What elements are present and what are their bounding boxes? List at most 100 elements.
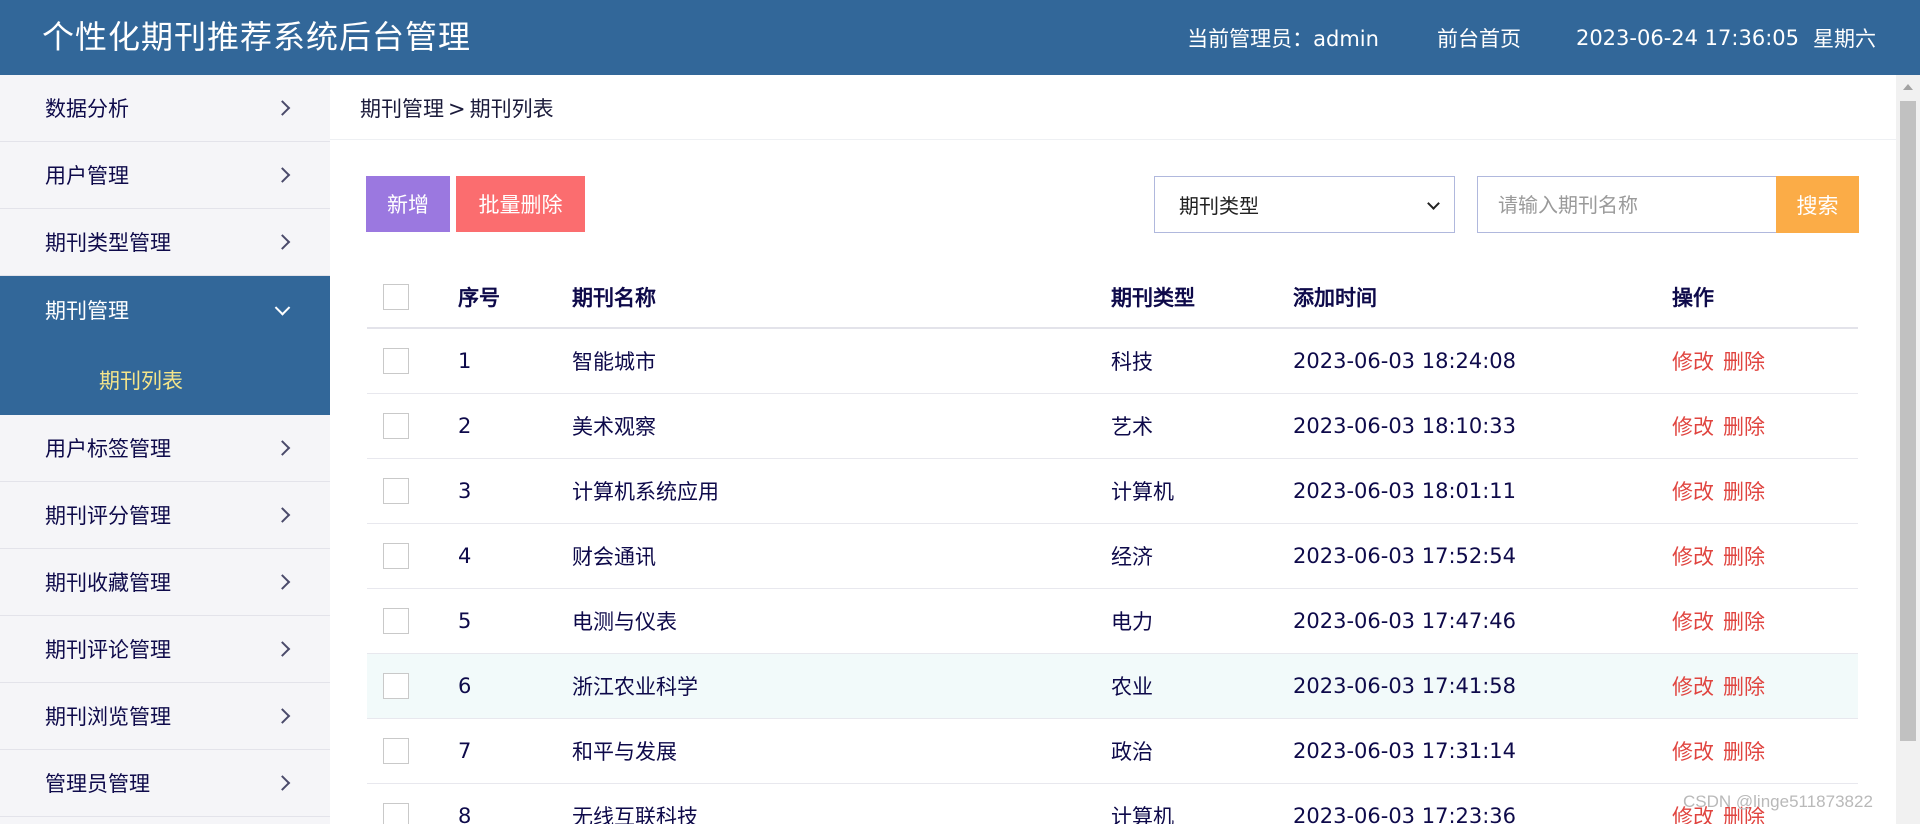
journal-name: 和平与发展 [572,740,677,764]
row-checkbox[interactable] [383,608,409,634]
added-time: 2023-06-03 18:01:11 [1293,479,1517,503]
edit-link[interactable]: 修改 [1672,736,1714,766]
journal-name-search-input[interactable] [1477,176,1777,233]
row-checkbox[interactable] [383,478,409,504]
edit-link[interactable]: 修改 [1672,346,1714,376]
row-actions: 修改 删除 [1672,329,1765,393]
row-checkbox-cell [383,654,409,718]
table-row: 4 财会通讯 经济 2023-06-03 17:52:54 修改 删除 [367,524,1858,589]
table-row: 5 电测与仪表 电力 2023-06-03 17:47:46 修改 删除 [367,589,1858,654]
sidebar-item-journal-browse-management[interactable]: 期刊浏览管理 [0,683,330,750]
chevron-down-icon [1427,197,1440,210]
row-checkbox[interactable] [383,348,409,374]
sidebar-item-label: 期刊评分管理 [45,504,171,528]
sidebar-item-label: 用户标签管理 [45,437,171,461]
column-header-no: 序号 [458,285,500,310]
delete-link[interactable]: 删除 [1723,671,1765,701]
scroll-up-arrow-icon[interactable] [1903,84,1913,90]
breadcrumb-parent[interactable]: 期刊管理 [360,97,444,121]
delete-link[interactable]: 删除 [1723,606,1765,636]
journal-name: 无线互联科技 [572,805,698,824]
select-all-checkbox[interactable] [383,283,409,310]
breadcrumb: 期刊管理 > 期刊列表 [360,93,554,123]
row-actions: 修改 删除 [1672,589,1765,653]
added-time: 2023-06-03 18:24:08 [1293,349,1517,373]
row-checkbox[interactable] [383,543,409,569]
row-actions: 修改 删除 [1672,524,1765,588]
sidebar-item-journal-management[interactable]: 期刊管理 [0,276,330,344]
journal-type: 经济 [1111,545,1153,569]
journal-type: 电力 [1111,610,1153,634]
page-scrollbar[interactable] [1896,75,1920,824]
delete-link[interactable]: 删除 [1723,411,1765,441]
chevron-right-icon [274,167,291,183]
row-checkbox[interactable] [383,413,409,439]
sidebar-item-user-tag-management[interactable]: 用户标签管理 [0,415,330,482]
sidebar-item-label: 期刊收藏管理 [45,571,171,595]
chevron-right-icon [274,234,291,250]
delete-link[interactable]: 删除 [1723,541,1765,571]
sidebar-item-data-analysis[interactable]: 数据分析 [0,75,330,142]
row-checkbox[interactable] [383,738,409,764]
row-checkbox[interactable] [383,673,409,699]
delete-link[interactable]: 删除 [1723,346,1765,376]
row-checkbox-cell [383,394,409,458]
journal-name: 智能城市 [572,350,656,374]
row-checkbox-cell [383,784,409,824]
journal-name: 浙江农业科学 [572,675,698,699]
sidebar-item-user-management[interactable]: 用户管理 [0,142,330,209]
row-number: 5 [458,609,472,633]
journal-type: 计算机 [1111,805,1174,824]
sidebar-item-journal-rating-management[interactable]: 期刊评分管理 [0,482,330,549]
added-time: 2023-06-03 17:41:58 [1293,674,1517,698]
row-number: 1 [458,349,472,373]
edit-link[interactable]: 修改 [1672,476,1714,506]
csdn-watermark: CSDN @linge511873822 [1683,792,1873,811]
edit-link[interactable]: 修改 [1672,541,1714,571]
column-header-actions: 操作 [1672,285,1714,310]
journal-type: 计算机 [1111,480,1174,504]
frontend-home-link[interactable]: 前台首页 [1437,23,1521,53]
batch-delete-button[interactable]: 批量删除 [456,176,585,232]
row-actions: 修改 删除 [1672,654,1765,718]
chevron-right-icon [274,100,291,116]
edit-link[interactable]: 修改 [1672,606,1714,636]
column-header-time: 添加时间 [1293,285,1377,310]
journal-type-select[interactable]: 期刊类型 [1154,176,1455,233]
added-time: 2023-06-03 17:52:54 [1293,544,1517,568]
add-button[interactable]: 新增 [366,176,450,232]
delete-link[interactable]: 删除 [1723,476,1765,506]
search-button[interactable]: 搜索 [1776,176,1859,233]
edit-link[interactable]: 修改 [1672,671,1714,701]
sidebar-item-journal-comment-management[interactable]: 期刊评论管理 [0,616,330,683]
sidebar-item-journal-favorite-management[interactable]: 期刊收藏管理 [0,549,330,616]
chevron-right-icon [274,507,291,523]
journal-type: 艺术 [1111,415,1153,439]
added-time: 2023-06-03 17:23:36 [1293,804,1517,824]
scroll-thumb[interactable] [1900,101,1916,741]
journal-name: 美术观察 [572,415,656,439]
row-number: 8 [458,804,472,824]
row-checkbox-cell [383,589,409,653]
edit-link[interactable]: 修改 [1672,411,1714,441]
sidebar-subitem-journal-list[interactable]: 期刊列表 [0,344,330,415]
sidebar-item-admin-management[interactable]: 管理员管理 [0,750,330,817]
breadcrumb-separator: > [448,97,466,121]
table-row: 2 美术观察 艺术 2023-06-03 18:10:33 修改 删除 [367,394,1858,459]
top-bar: 个性化期刊推荐系统后台管理 当前管理员：admin 前台首页 2023-06-2… [0,0,1920,75]
table-row: 8 无线互联科技 计算机 2023-06-03 17:23:36 修改 删除 [367,784,1858,824]
breadcrumb-divider [330,139,1896,140]
row-number: 3 [458,479,472,503]
sidebar-item-label: 期刊浏览管理 [45,705,171,729]
row-checkbox[interactable] [383,803,409,824]
row-checkbox-cell [383,459,409,523]
sidebar-item-label: 期刊评论管理 [45,638,171,662]
sidebar-item-journal-type-management[interactable]: 期刊类型管理 [0,209,330,276]
sidebar-item-label: 期刊管理 [45,299,129,323]
chevron-right-icon [274,708,291,724]
delete-link[interactable]: 删除 [1723,736,1765,766]
added-time: 2023-06-03 17:47:46 [1293,609,1517,633]
table-row: 3 计算机系统应用 计算机 2023-06-03 18:01:11 修改 删除 [367,459,1858,524]
row-checkbox-cell [383,719,409,783]
app-title: 个性化期刊推荐系统后台管理 [42,18,472,56]
